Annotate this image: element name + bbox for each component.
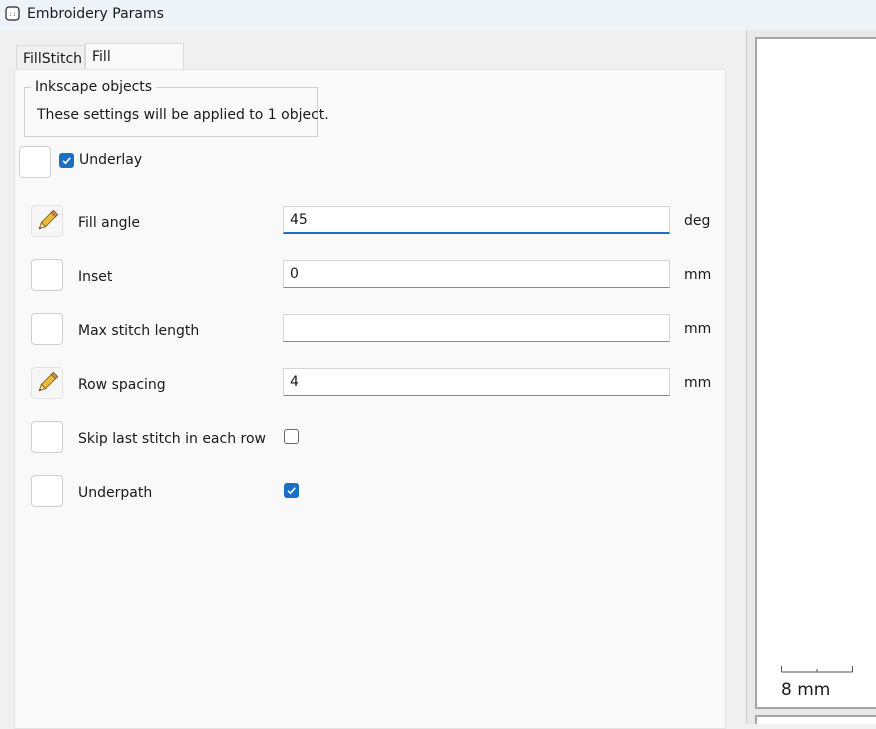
max-stitch-length-input[interactable] — [283, 314, 670, 342]
inset-toggle[interactable] — [31, 259, 63, 291]
underpath-toggle[interactable] — [31, 475, 63, 507]
tab-panel — [14, 69, 726, 729]
underpath-checkbox[interactable] — [284, 483, 299, 498]
checkmark-icon — [287, 487, 296, 495]
fill-angle-toggle[interactable] — [31, 205, 63, 237]
pencil-icon — [38, 209, 59, 230]
checkmark-icon — [62, 157, 71, 165]
underlay-checkbox[interactable] — [59, 153, 74, 168]
row-spacing-label: Row spacing — [78, 377, 166, 393]
svg-text:::: :: — [9, 11, 16, 18]
row-spacing-unit: mm — [684, 375, 712, 391]
embroidery-app-icon: :: — [5, 6, 20, 21]
fill-angle-unit: deg — [684, 213, 711, 229]
max-stitch-length-label: Max stitch length — [78, 323, 200, 339]
underlay-label: Underlay — [79, 152, 143, 168]
underpath-label: Underpath — [78, 485, 153, 501]
title-bar: :: Embroidery Params — [0, 0, 876, 30]
preview-canvas-lower — [755, 715, 876, 724]
max-stitch-length-toggle[interactable] — [31, 313, 63, 345]
tab-fillstitch[interactable]: FillStitch — [16, 45, 85, 70]
skip-last-stitch-checkbox[interactable] — [284, 429, 299, 444]
preview-canvas[interactable] — [755, 37, 876, 709]
pencil-icon — [38, 371, 59, 392]
underlay-toggle-box[interactable] — [19, 146, 51, 178]
applied-objects-text: These settings will be applied to 1 obje… — [37, 107, 329, 123]
window-title: Embroidery Params — [27, 6, 164, 22]
row-spacing-toggle[interactable] — [31, 367, 63, 399]
group-legend: Inkscape objects — [31, 79, 157, 95]
fill-angle-input[interactable] — [283, 206, 670, 234]
inset-unit: mm — [684, 267, 712, 283]
inset-label: Inset — [78, 269, 113, 285]
skip-last-stitch-label: Skip last stitch in each row — [78, 431, 266, 447]
row-spacing-input[interactable] — [283, 368, 670, 396]
fill-angle-label: Fill angle — [78, 215, 140, 231]
scale-label: 8 mm — [781, 680, 831, 700]
scale-bar — [781, 666, 853, 673]
skip-last-stitch-toggle[interactable] — [31, 421, 63, 453]
max-stitch-length-unit: mm — [684, 321, 712, 337]
inset-input[interactable] — [283, 260, 670, 288]
tab-fill-underlay[interactable]: Fill Underlay — [85, 43, 184, 92]
